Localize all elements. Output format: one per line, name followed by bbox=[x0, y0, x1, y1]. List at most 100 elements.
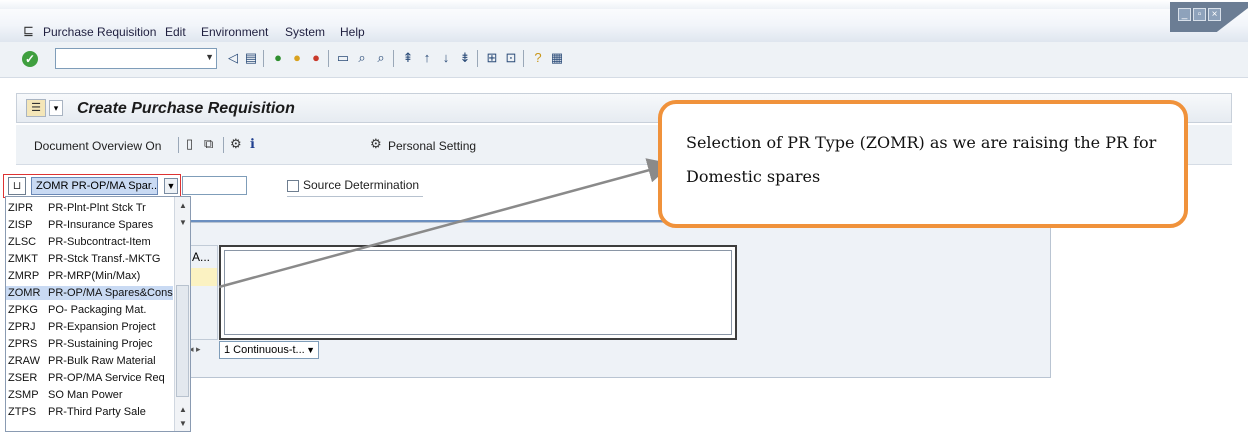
menu-help[interactable]: Help bbox=[340, 25, 365, 39]
option-code: ZIPR bbox=[8, 202, 34, 214]
text-column-header[interactable]: A... bbox=[188, 246, 217, 268]
option-label: PR-Subcontract-Item bbox=[48, 236, 151, 248]
dropdown-option[interactable]: ZSMP SO Man Power bbox=[6, 388, 173, 402]
document-type-dropdown-list[interactable]: ▲ ▼ ▲ ▼ ZIPR PR-Plnt-Plnt Stck Tr ZISP PR-I… bbox=[5, 196, 191, 432]
header-text-editor[interactable] bbox=[219, 245, 737, 340]
option-label: SO Man Power bbox=[48, 389, 123, 401]
restore-icon[interactable]: ▫ bbox=[1193, 8, 1206, 21]
option-label: PR-MRP(Min/Max) bbox=[48, 270, 141, 282]
menu-bar: ⊑ Purchase Requisition Edit Environment … bbox=[0, 0, 1248, 42]
dropdown-option[interactable]: ZISP PR-Insurance Spares bbox=[6, 218, 173, 232]
minimize-icon[interactable]: _ bbox=[1178, 8, 1191, 21]
dropdown-option[interactable]: ZOMR PR-OP/MA Spares&Cons bbox=[6, 286, 173, 300]
scrollbar-thumb[interactable] bbox=[176, 285, 189, 397]
option-label: PR-Insurance Spares bbox=[48, 219, 154, 231]
dropdown-option[interactable]: ZLSC PR-Subcontract-Item bbox=[6, 235, 173, 249]
dropdown-option[interactable]: ZPRJ PR-Expansion Project bbox=[6, 320, 173, 334]
dropdown-option[interactable]: ZPRS PR-Sustaining Projec bbox=[6, 337, 173, 351]
option-code: ZOMR bbox=[8, 287, 41, 299]
back-arrow-icon[interactable]: ◁ bbox=[225, 50, 241, 66]
save-icon[interactable]: ▤ bbox=[243, 50, 259, 66]
next-page-icon[interactable]: ↓ bbox=[438, 50, 454, 66]
dropdown-option[interactable]: ZTPS PR-Third Party Sale bbox=[6, 405, 173, 419]
option-code: ZMRP bbox=[8, 270, 40, 282]
layout-select[interactable]: 1 Continuous-t... ▼ bbox=[219, 341, 319, 359]
chevron-down-icon[interactable]: ▼ bbox=[205, 52, 214, 62]
option-code: ZISP bbox=[8, 219, 33, 231]
dropdown-scrollbar[interactable]: ▲ ▼ ▲ ▼ bbox=[174, 197, 190, 431]
dropdown-small-icon[interactable]: ▾ bbox=[49, 100, 63, 116]
scroll-up-icon[interactable]: ▲ bbox=[179, 201, 187, 210]
menu-bar-top bbox=[0, 0, 1248, 9]
annotation-callout: Selection of PR Type (ZOMR) as we are ra… bbox=[658, 100, 1188, 228]
document-type-selector[interactable]: ⊔ ZOMR PR-OP/MA Spar... ▼ bbox=[3, 174, 181, 198]
option-label: PR-Third Party Sale bbox=[48, 406, 146, 418]
layout-menu-icon[interactable]: ▦ bbox=[549, 50, 565, 66]
dropdown-option[interactable]: ZPKG PO- Packaging Mat. bbox=[6, 303, 173, 317]
back-icon[interactable]: ● bbox=[270, 50, 286, 66]
chevron-down-icon[interactable]: ▼ bbox=[306, 342, 315, 358]
scroll-down-icon[interactable]: ▼ bbox=[179, 419, 187, 428]
dropdown-option[interactable]: ZMKT PR-Stck Transf.-MKTG bbox=[6, 252, 173, 266]
close-icon[interactable]: × bbox=[1208, 8, 1221, 21]
copy-document-icon[interactable]: ⧉ bbox=[204, 137, 213, 151]
exit-icon[interactable]: ● bbox=[289, 50, 305, 66]
print-icon[interactable]: ▭ bbox=[335, 50, 351, 66]
menu-edit[interactable]: Edit bbox=[165, 25, 186, 39]
help-icon[interactable]: ? bbox=[530, 50, 546, 66]
page-title: Create Purchase Requisition bbox=[77, 100, 295, 117]
option-code: ZPRS bbox=[8, 338, 38, 350]
layout-select-value: 1 Continuous-t... bbox=[224, 344, 305, 356]
menu-button-icon[interactable]: ☰ bbox=[26, 99, 46, 117]
scroll-down-icon[interactable]: ▼ bbox=[179, 218, 187, 227]
hold-icon[interactable]: ⚙ bbox=[230, 137, 242, 151]
cart-icon: ⊔ bbox=[8, 177, 26, 195]
shortcut-icon[interactable]: ⊡ bbox=[503, 50, 519, 66]
callout-text: Selection of PR Type (ZOMR) as we are ra… bbox=[686, 133, 1157, 186]
cancel-icon[interactable]: ● bbox=[308, 50, 324, 66]
toolbar-divider bbox=[328, 50, 329, 67]
find-icon[interactable]: ⌕ bbox=[354, 50, 370, 66]
dropdown-option[interactable]: ZSER PR-OP/MA Service Req bbox=[6, 371, 173, 385]
option-label: PR-Stck Transf.-MKTG bbox=[48, 253, 161, 265]
option-code: ZSMP bbox=[8, 389, 39, 401]
source-determination-checkbox[interactable] bbox=[287, 180, 299, 192]
dropdown-option[interactable]: ZIPR PR-Plnt-Plnt Stck Tr bbox=[6, 201, 173, 215]
option-code: ZLSC bbox=[8, 236, 37, 248]
purchase-requisition-number-field[interactable] bbox=[182, 176, 247, 195]
option-label: PR-OP/MA Spares&Cons bbox=[48, 287, 173, 299]
menu-system-icon[interactable]: ⊑ bbox=[23, 23, 34, 39]
text-type-row-selected[interactable] bbox=[188, 268, 217, 286]
last-page-icon[interactable]: ⇟ bbox=[457, 50, 473, 66]
personal-setting-button[interactable]: Personal Setting bbox=[388, 139, 476, 153]
dropdown-option[interactable]: ZMRP PR-MRP(Min/Max) bbox=[6, 269, 173, 283]
menu-environment[interactable]: Environment bbox=[201, 25, 268, 39]
toolbar-divider bbox=[223, 137, 224, 153]
option-code: ZRAW bbox=[8, 355, 40, 367]
standard-toolbar: ✓ ▼ ◁ ▤ ● ● ● ▭ ⌕ ⌕ ⇞ ↑ ↓ ⇟ ⊞ ⊡ ? ▦ bbox=[0, 42, 1248, 78]
find-next-icon[interactable]: ⌕ bbox=[373, 50, 389, 66]
dropdown-option[interactable]: ZRAW PR-Bulk Raw Material bbox=[6, 354, 173, 368]
document-type-value[interactable]: ZOMR PR-OP/MA Spar... bbox=[31, 177, 158, 195]
header-text-editor-inner[interactable] bbox=[224, 250, 732, 335]
previous-page-icon[interactable]: ↑ bbox=[419, 50, 435, 66]
source-determination-label: Source Determination bbox=[303, 178, 420, 192]
window-controls: _ ▫ × bbox=[1170, 2, 1248, 32]
command-field[interactable]: ▼ bbox=[55, 48, 217, 69]
chevron-down-icon[interactable]: ▼ bbox=[164, 178, 178, 194]
source-determination-underline bbox=[287, 196, 423, 197]
first-page-icon[interactable]: ⇞ bbox=[400, 50, 416, 66]
menu-purchase-requisition[interactable]: Purchase Requisition bbox=[43, 25, 156, 39]
new-document-icon[interactable]: ▯ bbox=[186, 137, 193, 151]
personal-setting-icon[interactable]: ⚙ bbox=[370, 137, 382, 151]
document-overview-button[interactable]: Document Overview On bbox=[34, 139, 161, 153]
toolbar-divider bbox=[393, 50, 394, 67]
header-text-list: A... bbox=[187, 245, 218, 340]
menu-system[interactable]: System bbox=[285, 25, 325, 39]
option-label: PR-Plnt-Plnt Stck Tr bbox=[48, 202, 146, 214]
scroll-up-icon[interactable]: ▲ bbox=[179, 405, 187, 414]
new-session-icon[interactable]: ⊞ bbox=[484, 50, 500, 66]
enter-check-icon[interactable]: ✓ bbox=[22, 51, 38, 67]
option-code: ZMKT bbox=[8, 253, 38, 265]
info-icon[interactable]: ℹ bbox=[250, 137, 255, 151]
